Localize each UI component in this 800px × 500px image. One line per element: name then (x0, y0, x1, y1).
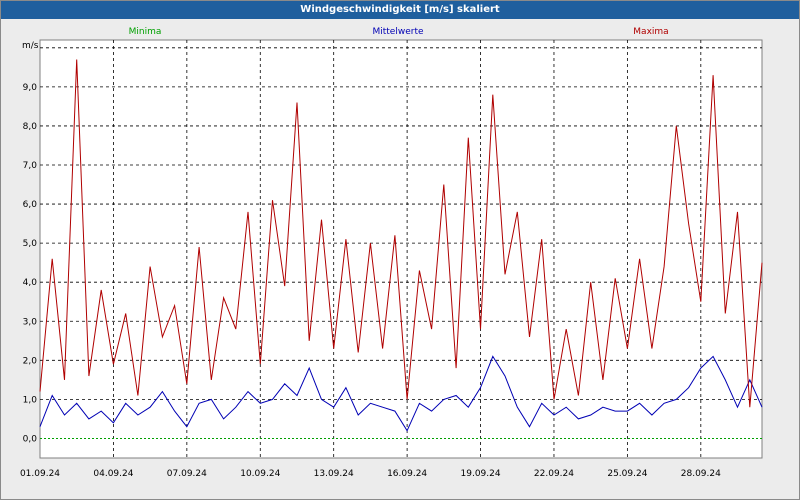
y-tick-label: 0,0 (23, 434, 38, 444)
plot-area (39, 39, 763, 459)
x-tick-label: 19.09.24 (461, 469, 501, 479)
x-tick-label: 28.09.24 (681, 469, 721, 479)
y-tick-label: 4,0 (23, 278, 38, 288)
legend-maxima: Maxima (633, 27, 668, 37)
x-axis: 01.09.24 04.09.24 07.09.24 10.09.24 13.09.24… (20, 469, 721, 479)
y-axis-label: m/s (22, 41, 39, 51)
x-tick-label: 22.09.24 (534, 469, 574, 479)
x-tick-label: 01.09.24 (20, 469, 60, 479)
line-chart: 0,01,02,03,04,05,06,07,08,09,0 01.09.24 0… (20, 27, 763, 479)
y-tick-label: 2,0 (23, 356, 38, 366)
y-tick-label: 9,0 (23, 83, 38, 93)
y-tick-label: 8,0 (23, 122, 38, 132)
x-tick-label: 10.09.24 (240, 469, 280, 479)
x-tick-label: 04.09.24 (93, 469, 133, 479)
x-tick-label: 13.09.24 (314, 469, 354, 479)
y-axis: 0,0 1,0 2,0 3,0 4,0 5,0 6,0 7,0 8,0 9,0 (23, 83, 38, 445)
legend-mittelwerte: Mittelwerte (372, 27, 423, 37)
y-tick-label: 3,0 (23, 317, 38, 327)
x-tick-label: 16.09.24 (387, 469, 427, 479)
y-tick-label: 7,0 (23, 161, 38, 171)
x-tick-label: 25.09.24 (607, 469, 647, 479)
legend-minima: Minima (129, 27, 162, 37)
y-tick-label: 5,0 (23, 239, 38, 249)
y-tick-label: 1,0 (23, 395, 38, 405)
x-tick-label: 07.09.24 (167, 469, 207, 479)
y-tick-label: 6,0 (23, 200, 38, 210)
